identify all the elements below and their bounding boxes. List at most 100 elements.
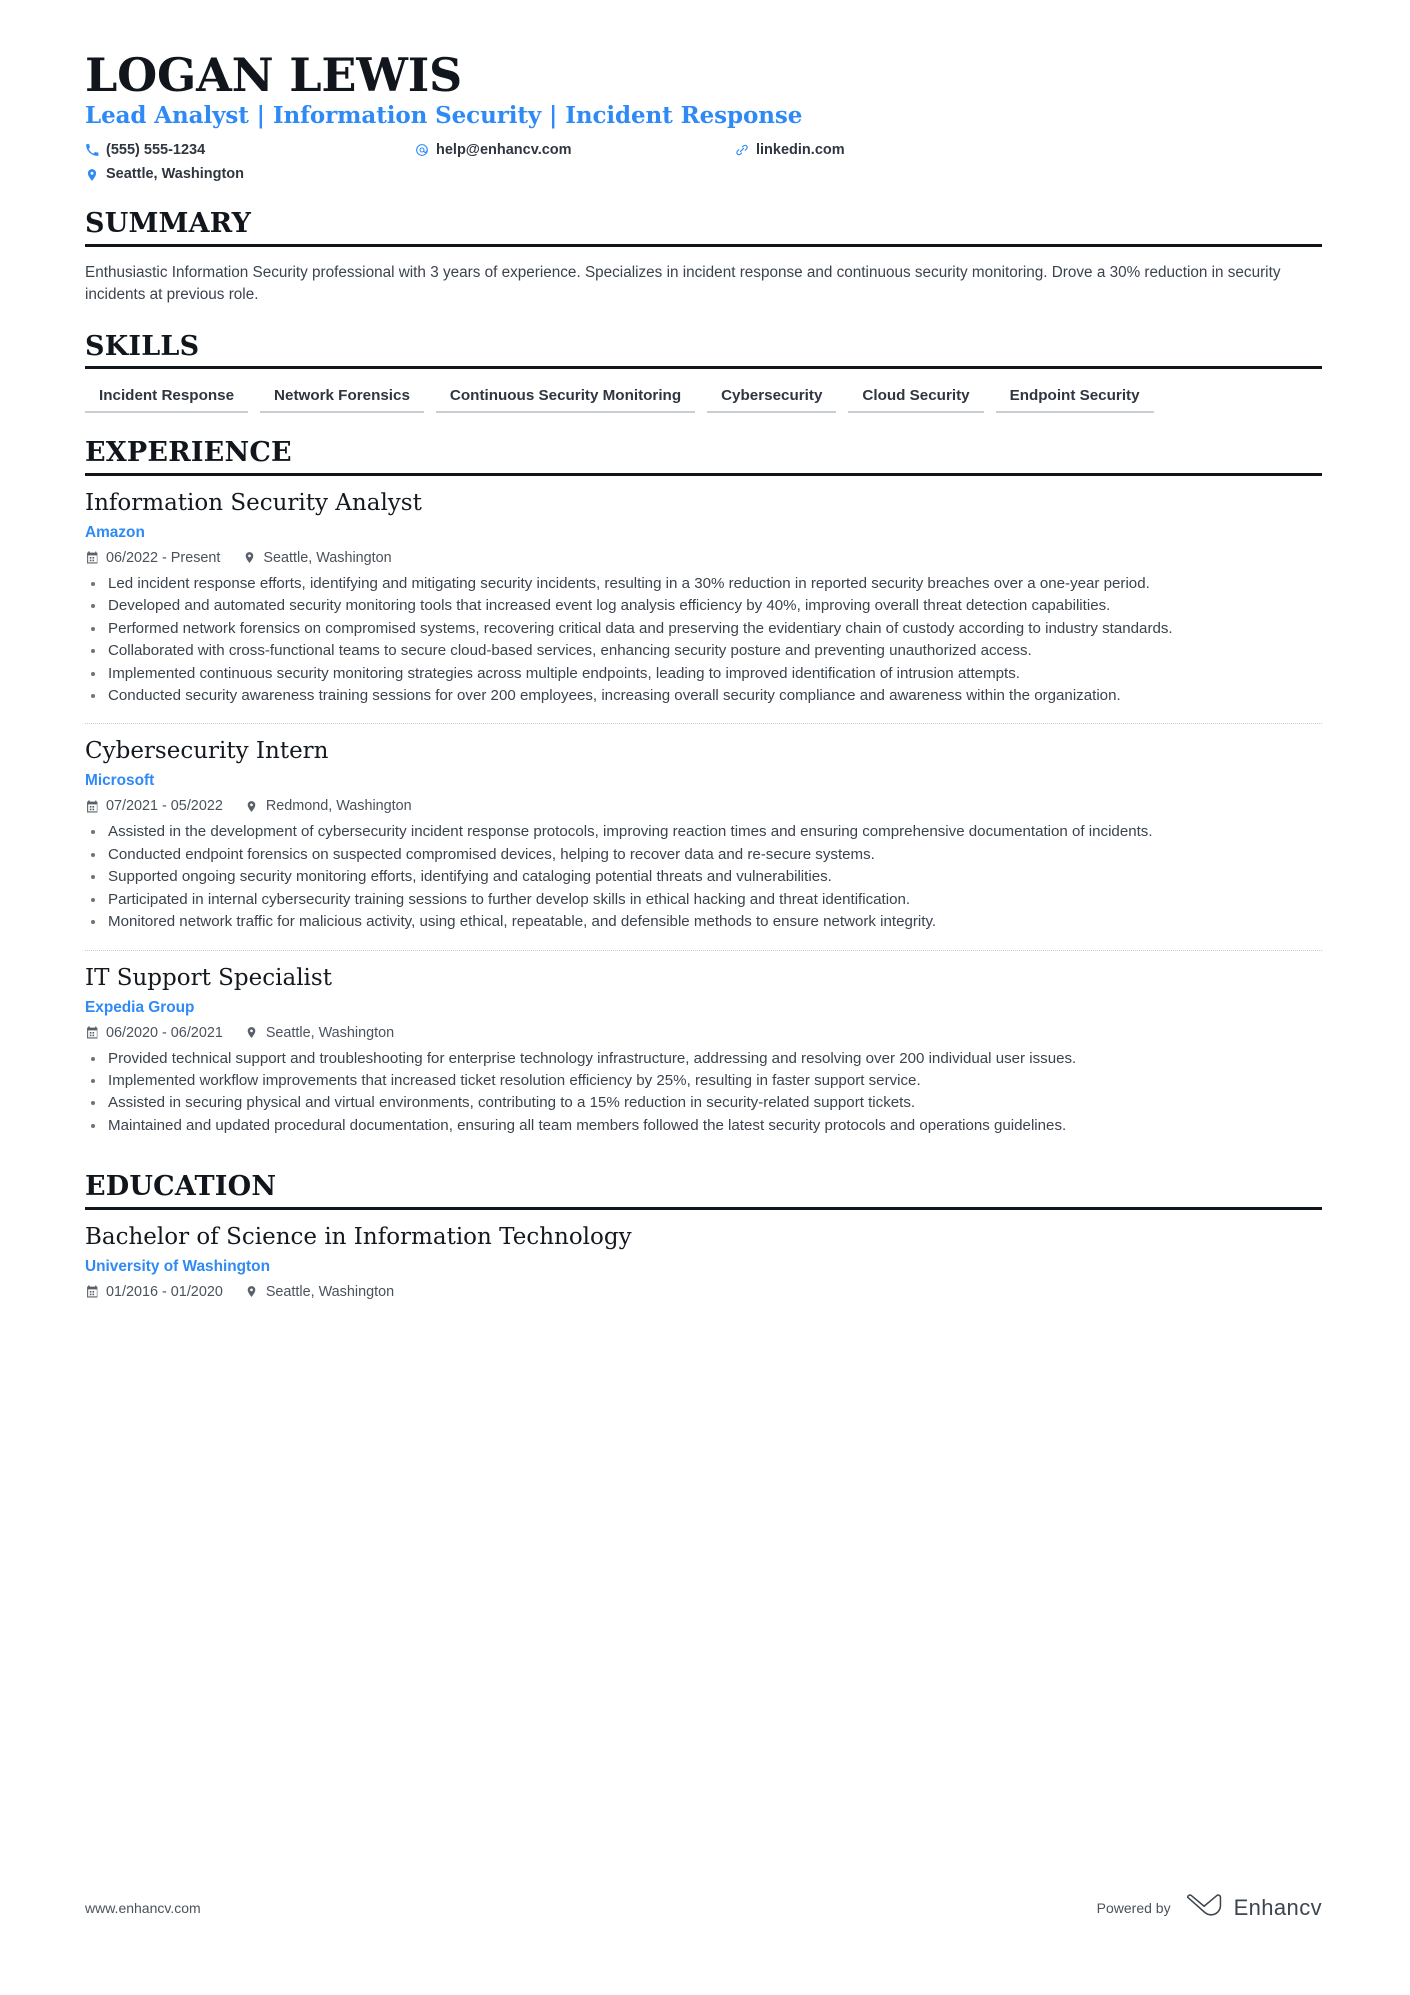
skills-list: Incident Response Network Forensics Cont… xyxy=(85,382,1322,425)
calendar-icon xyxy=(85,799,99,813)
job-meta: 07/2021 - 05/2022 Redmond, Washington xyxy=(85,798,1322,814)
powered-by-label: Powered by xyxy=(1096,1899,1171,1916)
bullet-item: Collaborated with cross-functional teams… xyxy=(85,640,1322,661)
job-location-text: Seattle, Washington xyxy=(263,549,392,566)
calendar-icon xyxy=(85,1026,99,1040)
contact-linkedin-text: linkedin.com xyxy=(756,141,845,158)
job-location-text: Seattle, Washington xyxy=(265,1024,395,1041)
education-entry: Bachelor of Science in Information Techn… xyxy=(85,1223,1322,1309)
job-title: Information Security Analyst xyxy=(85,489,422,516)
enhancv-wordmark: Enhancv xyxy=(1233,1894,1322,1920)
contact-email-text: help@enhancv.com xyxy=(436,141,572,158)
company-name[interactable]: Amazon xyxy=(85,523,1322,543)
summary-text: Enthusiastic Information Security profes… xyxy=(85,263,1281,304)
skills-section: SKILLS Incident Response Network Forensi… xyxy=(85,331,1322,425)
bullet-item: Performed network forensics on compromis… xyxy=(85,618,1322,639)
contact-list: (555) 555-1234 help@enhancv.com linkedin… xyxy=(85,141,1045,185)
bullet-item: Implemented continuous security monitori… xyxy=(85,663,1322,684)
experience-rule xyxy=(85,472,1322,476)
calendar-icon xyxy=(85,1285,99,1299)
school-name[interactable]: University of Washington xyxy=(85,1257,1322,1277)
contact-location: Seattle, Washington xyxy=(85,165,415,184)
bullet-item: Implemented workflow improvements that i… xyxy=(85,1070,1322,1091)
experience-entry: Cybersecurity Intern Microsoft 07/2021 -… xyxy=(85,737,1322,935)
education-meta: 01/2016 - 01/2020 Seattle, Washington xyxy=(85,1284,1322,1300)
education-location-text: Seattle, Washington xyxy=(265,1283,395,1300)
location-pin-icon xyxy=(245,1026,259,1040)
footer-website-url[interactable]: www.enhancv.com xyxy=(85,1900,201,1916)
degree-title: Bachelor of Science in Information Techn… xyxy=(85,1223,632,1250)
contact-phone[interactable]: (555) 555-1234 xyxy=(85,141,415,160)
education-dates: 01/2016 - 01/2020 xyxy=(85,1284,223,1300)
bullet-item: Monitored network traffic for malicious … xyxy=(85,911,1322,932)
location-pin-icon xyxy=(245,1285,259,1299)
job-dates-text: 07/2021 - 05/2022 xyxy=(106,798,223,815)
skill-chip: Cloud Security xyxy=(848,382,984,414)
job-location-text: Redmond, Washington xyxy=(265,798,412,815)
bullet-item: Developed and automated security monitor… xyxy=(85,595,1322,616)
location-pin-icon xyxy=(85,168,99,182)
job-meta: 06/2020 - 06/2021 Seattle, Washington xyxy=(85,1025,1322,1041)
contact-location-text: Seattle, Washington xyxy=(106,166,245,183)
summary-section: SUMMARY Enthusiastic Information Securit… xyxy=(85,208,1322,307)
page-footer: www.enhancv.com Powered by Enhancv xyxy=(85,1892,1322,1923)
job-dates-text: 06/2020 - 06/2021 xyxy=(106,1024,223,1041)
experience-heading: EXPERIENCE xyxy=(85,437,292,469)
contact-email[interactable]: help@enhancv.com xyxy=(415,141,735,160)
location-pin-icon xyxy=(245,799,259,813)
email-icon xyxy=(415,143,429,157)
footer-branding: Powered by Enhancv xyxy=(1097,1892,1322,1923)
job-location: Redmond, Washington xyxy=(245,798,412,814)
summary-heading: SUMMARY xyxy=(85,208,252,240)
education-rule xyxy=(85,1206,1322,1210)
bullet-item: Led incident response efforts, identifyi… xyxy=(85,573,1322,594)
education-location: Seattle, Washington xyxy=(245,1284,394,1300)
job-title: Cybersecurity Intern xyxy=(85,738,329,765)
job-location: Seattle, Washington xyxy=(242,549,392,566)
company-name[interactable]: Microsoft xyxy=(85,771,1322,791)
bullet-item: Assisted in the development of cybersecu… xyxy=(85,821,1322,842)
skill-chip: Continuous Security Monitoring xyxy=(435,382,696,414)
candidate-name: LOGAN LEWIS xyxy=(85,48,463,102)
experience-entry: IT Support Specialist Expedia Group 06/2… xyxy=(85,964,1322,1140)
location-pin-icon xyxy=(242,551,256,565)
bullet-item: Assisted in securing physical and virtua… xyxy=(85,1092,1322,1113)
entry-separator xyxy=(85,949,1322,951)
summary-rule xyxy=(85,243,1322,247)
experience-section: EXPERIENCE Information Security Analyst … xyxy=(85,439,1322,1139)
skill-chip: Network Forensics xyxy=(260,382,424,414)
contact-phone-text: (555) 555-1234 xyxy=(106,141,206,158)
link-icon xyxy=(735,143,749,157)
phone-icon xyxy=(85,143,99,157)
job-bullets: Provided technical support and troublesh… xyxy=(85,1048,1322,1137)
enhancv-logo: Enhancv xyxy=(1185,1892,1322,1923)
job-dates-text: 06/2022 - Present xyxy=(106,549,221,566)
job-bullets: Led incident response efforts, identifyi… xyxy=(85,573,1322,707)
education-section: EDUCATION Bachelor of Science in Informa… xyxy=(85,1171,1322,1309)
bullet-item: Supported ongoing security monitoring ef… xyxy=(85,866,1322,887)
bullet-item: Maintained and updated procedural docume… xyxy=(85,1115,1322,1136)
job-title: IT Support Specialist xyxy=(85,964,332,991)
resume-page: LOGAN LEWIS Lead Analyst | Information S… xyxy=(0,0,1410,1995)
job-dates: 06/2020 - 06/2021 xyxy=(85,1025,223,1041)
education-dates-text: 01/2016 - 01/2020 xyxy=(106,1283,223,1300)
entry-separator xyxy=(85,723,1322,725)
bullet-item: Conducted security awareness training se… xyxy=(85,685,1322,706)
bullet-item: Provided technical support and troublesh… xyxy=(85,1048,1322,1069)
skills-heading: SKILLS xyxy=(85,331,200,363)
bullet-item: Participated in internal cybersecurity t… xyxy=(85,889,1322,910)
candidate-headline: Lead Analyst | Information Security | In… xyxy=(85,101,803,129)
job-meta: 06/2022 - Present Seattle, Washington xyxy=(85,550,1322,566)
job-dates: 06/2022 - Present xyxy=(85,550,220,566)
skill-chip: Cybersecurity xyxy=(707,382,837,414)
bullet-item: Conducted endpoint forensics on suspecte… xyxy=(85,844,1322,865)
company-name[interactable]: Expedia Group xyxy=(85,998,1322,1018)
skill-chip: Incident Response xyxy=(85,382,249,414)
education-heading: EDUCATION xyxy=(85,1171,277,1203)
job-location: Seattle, Washington xyxy=(245,1025,394,1041)
infinity-loop-icon xyxy=(1185,1892,1225,1923)
skills-rule xyxy=(85,366,1322,370)
calendar-icon xyxy=(85,551,99,565)
job-bullets: Assisted in the development of cybersecu… xyxy=(85,821,1322,932)
contact-linkedin[interactable]: linkedin.com xyxy=(735,141,1035,160)
